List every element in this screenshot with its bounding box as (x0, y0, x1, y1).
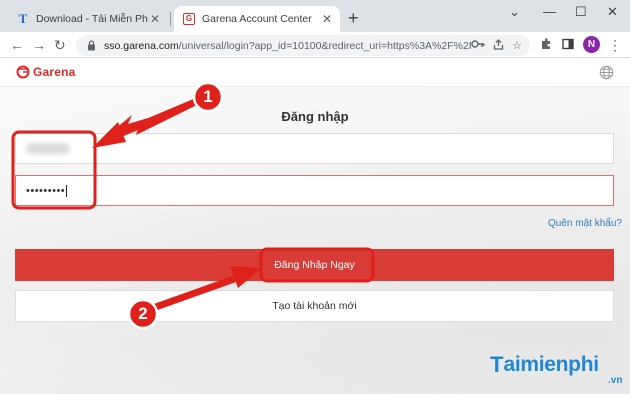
lock-icon[interactable] (84, 40, 98, 51)
tab-download[interactable]: T Download - Tải Miễn Phí VN - Ph ✕ (8, 6, 168, 32)
page-title: Đăng nhập (281, 109, 349, 124)
bookmark-star-icon[interactable]: ☆ (512, 39, 522, 52)
site-header: Garena (0, 59, 630, 87)
minimize-button[interactable]: — (543, 4, 556, 20)
tab-strip: T Download - Tải Miễn Phí VN - Ph ✕ G Ga… (0, 0, 630, 32)
username-field[interactable] (15, 133, 614, 164)
url-text[interactable]: sso.garena.com/universal/login?app_id=10… (104, 40, 471, 52)
text-cursor (66, 184, 68, 197)
garena-logo[interactable]: Garena (16, 65, 76, 79)
maximize-button[interactable]: ☐ (575, 4, 587, 20)
close-tab-icon[interactable]: ✕ (320, 12, 334, 26)
tab-search-icon[interactable]: ⌄ (509, 4, 520, 20)
close-window-button[interactable]: ✕ (607, 4, 618, 20)
password-field[interactable]: ••••••••• (15, 175, 614, 206)
garena-favicon-icon: G (182, 12, 196, 26)
watermark-t: T (490, 352, 504, 377)
logo-text: Garena (33, 65, 76, 79)
new-tab-button[interactable]: + (348, 8, 359, 28)
address-bar-row: ← → ↻ sso.garena.com/universal/login?app… (0, 32, 630, 58)
step-2-number: 2 (138, 304, 148, 323)
blurred-username (26, 143, 70, 154)
extensions-icon[interactable] (540, 36, 552, 54)
tab-title: Download - Tải Miễn Phí VN - Ph (36, 13, 148, 25)
tab-title: Garena Account Center (202, 13, 312, 25)
password-dots: ••••••••• (26, 184, 66, 197)
reload-icon[interactable]: ↻ (54, 36, 66, 54)
forward-icon[interactable]: → (32, 36, 46, 54)
taimienphi-favicon-icon: T (18, 11, 28, 26)
register-button[interactable]: Tạo tài khoản mới (15, 290, 614, 322)
profile-avatar[interactable]: N (583, 36, 600, 53)
tab-garena[interactable]: G Garena Account Center ✕ (174, 6, 340, 32)
omnibox[interactable]: sso.garena.com/universal/login?app_id=10… (76, 35, 530, 56)
key-icon[interactable] (471, 39, 485, 52)
watermark-text: aimienphi (503, 353, 599, 376)
back-icon[interactable]: ← (10, 36, 24, 54)
share-icon[interactable] (493, 38, 504, 53)
language-globe-icon[interactable] (599, 65, 614, 85)
login-button[interactable]: Đăng Nhập Ngay (15, 249, 614, 281)
side-panel-icon[interactable] (562, 36, 574, 54)
more-menu-icon[interactable]: ⋮ (608, 36, 622, 54)
taimienphi-watermark: Taimienphi .vn (490, 352, 622, 387)
forgot-password-link[interactable]: Quên mật khẩu? (548, 218, 622, 229)
tab-divider (170, 12, 171, 26)
garena-logo-icon (16, 65, 30, 79)
watermark-suffix: .vn (608, 375, 623, 386)
close-tab-icon[interactable]: ✕ (148, 12, 162, 26)
step-1-number: 1 (203, 87, 213, 106)
login-page: Garena Đăng nhập ••••••••• Quên mật khẩu… (0, 59, 630, 394)
